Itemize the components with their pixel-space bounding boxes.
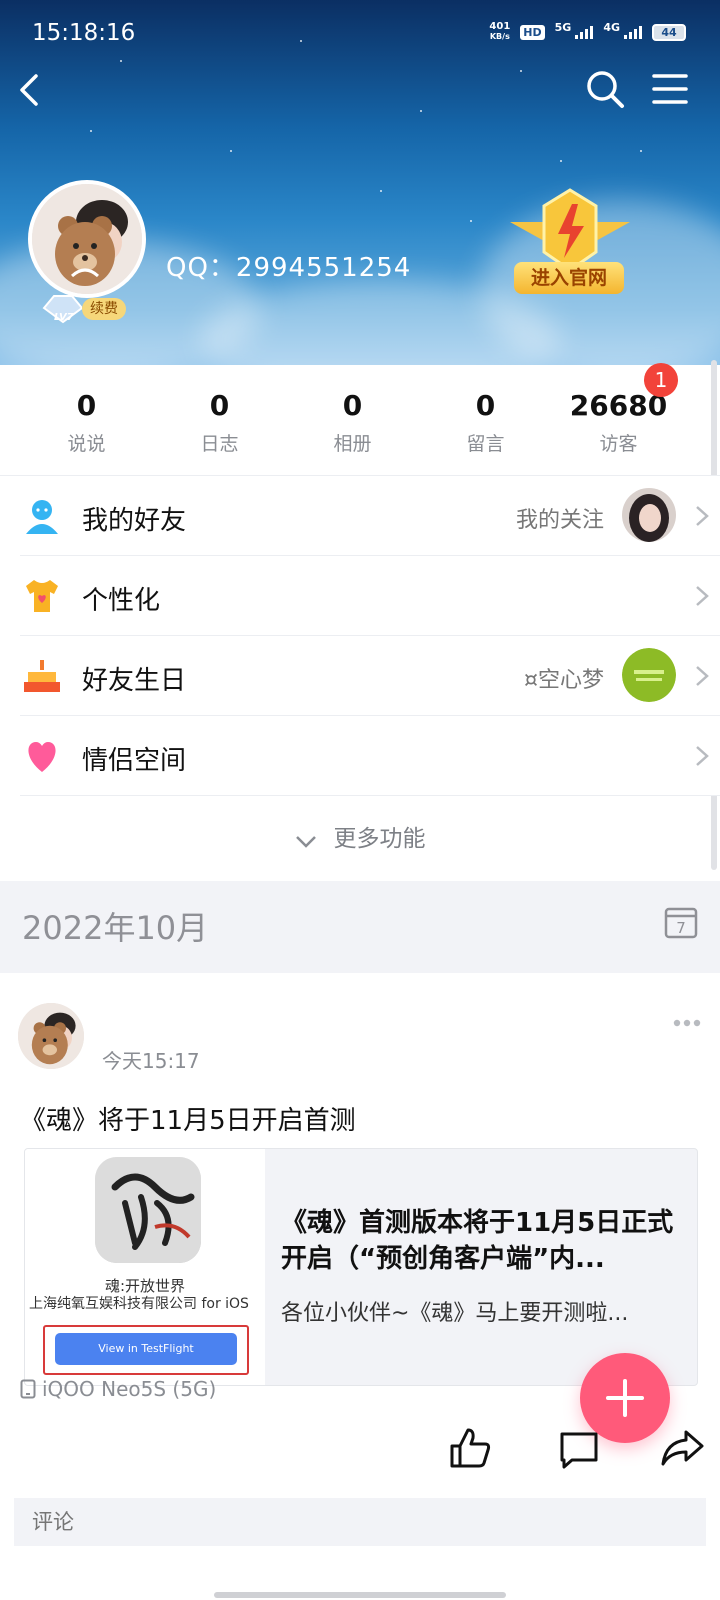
post-text: 《魂》将于11月5日开启首测 [20, 1106, 356, 1136]
birthday-friend-name: ¤空心梦 [524, 668, 604, 693]
testflight-button: View in TestFlight [55, 1333, 237, 1365]
more-functions-label: 更多功能 [333, 826, 426, 852]
card-description: 各位小伙伴~《魂》马上要开测啦... [281, 1301, 629, 1326]
avatar-image [32, 184, 142, 294]
speed-unit: KB/s [489, 32, 510, 41]
profile-header: 15:18:16 401 KB/s HD 5G 4G 44 LV7 续费 QQ：… [0, 0, 720, 365]
official-site-button[interactable]: 进入官网 [514, 262, 624, 294]
app-icon [95, 1157, 201, 1263]
heart-icon [28, 742, 56, 772]
stat-value: 0 [209, 389, 230, 422]
stat-value: 0 [475, 389, 496, 422]
back-arrow-icon[interactable] [14, 70, 44, 110]
stat-label: 留言 [466, 433, 505, 455]
stat-shuoshuo[interactable]: 0 说说 [20, 365, 153, 475]
month-label: 2022年10月 [22, 909, 209, 947]
friend-icon [26, 500, 58, 534]
renew-button[interactable]: 续费 [82, 298, 126, 320]
chevron-down-icon [296, 835, 317, 848]
stat-value: 0 [342, 389, 363, 422]
device-info: iQOO Neo5S (5G) [20, 1377, 216, 1401]
hd-icon: HD [520, 24, 545, 40]
device-name: iQOO Neo5S (5G) [42, 1377, 217, 1401]
share-icon[interactable] [660, 1428, 704, 1468]
signal-icon-2 [624, 25, 642, 39]
stat-xiangce[interactable]: 0 相册 [286, 365, 419, 475]
visitor-notification-badge: 1 [644, 363, 678, 397]
birthday-friend-avatar [622, 648, 676, 702]
menu-item-label: 情侣空间 [82, 746, 187, 776]
menu-item-label: 好友生日 [82, 666, 187, 696]
tshirt-icon [26, 580, 58, 612]
chevron-right-icon [696, 666, 709, 686]
status-icons: 401 KB/s HD 5G 4G 44 [489, 20, 686, 42]
menu-icon[interactable] [650, 70, 690, 108]
level-badge[interactable]: LV7 续费 [42, 294, 128, 324]
menu-item-birthday[interactable]: 好友生日 ¤空心梦 [20, 636, 720, 716]
qq-number: QQ：2994551254 [166, 253, 412, 283]
app-developer: 上海纯氧互娱科技有限公司 for iOS [29, 1296, 249, 1312]
app-logo-icon [95, 1157, 201, 1263]
stat-rizhi[interactable]: 0 日志 [153, 365, 286, 475]
menu-item-friends[interactable]: 我的好友 我的关注 [20, 476, 720, 556]
post-time: 今天15:17 [102, 1049, 200, 1073]
stat-value: 0 [76, 389, 97, 422]
speed-value: 401 [489, 21, 511, 32]
stat-label: 说说 [67, 433, 106, 455]
network-5g-label: 5G [554, 20, 572, 34]
chevron-right-icon [696, 586, 709, 606]
menu-item-label: 个性化 [82, 586, 161, 616]
card-thumbnail: 魂:开放世界 上海纯氧互娱科技有限公司 for iOS View in Test… [25, 1149, 265, 1385]
signal-icon [575, 25, 594, 39]
network-4g-label: 4G [603, 20, 620, 34]
menu-item-personalize[interactable]: 个性化 [20, 556, 720, 636]
post-avatar[interactable] [18, 1003, 84, 1069]
more-options-icon[interactable] [672, 1017, 702, 1029]
post-avatar-image [18, 1003, 84, 1069]
calendar-day: 7 [676, 919, 686, 937]
chevron-right-icon [696, 506, 709, 526]
shared-link-card[interactable]: 魂:开放世界 上海纯氧互娱科技有限公司 for iOS View in Test… [24, 1148, 698, 1386]
menu-item-couple-space[interactable]: 情侣空间 [20, 716, 720, 796]
network-speed: 401 KB/s [489, 22, 510, 42]
month-header: 2022年10月 7 [0, 881, 720, 973]
more-functions-button[interactable]: 更多功能 [0, 797, 720, 881]
menu-list: 我的好友 我的关注 个性化 好友生日 ¤空心梦 情侣空间 [0, 475, 720, 796]
battery-icon: 44 [652, 23, 686, 41]
home-indicator[interactable] [214, 1592, 506, 1598]
chevron-right-icon [696, 746, 709, 766]
comment-icon[interactable] [558, 1430, 600, 1470]
phone-icon [20, 1379, 36, 1399]
follow-avatar [622, 488, 676, 542]
stat-label: 访客 [599, 433, 638, 455]
cake-icon [24, 660, 60, 692]
search-icon[interactable] [584, 68, 626, 110]
stat-label: 相册 [333, 433, 372, 455]
feed-post: 今天15:17 《魂》将于11月5日开启首测 魂:开放世界 上海纯氧互娱科技有限… [0, 973, 720, 1600]
stat-liuyan[interactable]: 0 留言 [419, 365, 552, 475]
testflight-highlight: View in TestFlight [43, 1325, 249, 1375]
like-icon[interactable] [448, 1426, 492, 1470]
comment-input[interactable] [14, 1498, 706, 1546]
menu-item-label: 我的好友 [82, 506, 187, 536]
card-title: 《魂》首测版本将于11月5日正式开启（“预创角客户端”内... [281, 1208, 674, 1274]
my-follows-link[interactable]: 我的关注 [516, 502, 604, 534]
calendar-icon[interactable]: 7 [664, 905, 698, 939]
stats-bar: 0 说说 0 日志 0 相册 0 留言 26680 访客 [0, 365, 720, 475]
stat-label: 日志 [200, 433, 239, 455]
level-text: LV7 [54, 312, 74, 323]
profile-avatar[interactable] [28, 180, 146, 298]
status-time: 15:18:16 [32, 20, 136, 46]
